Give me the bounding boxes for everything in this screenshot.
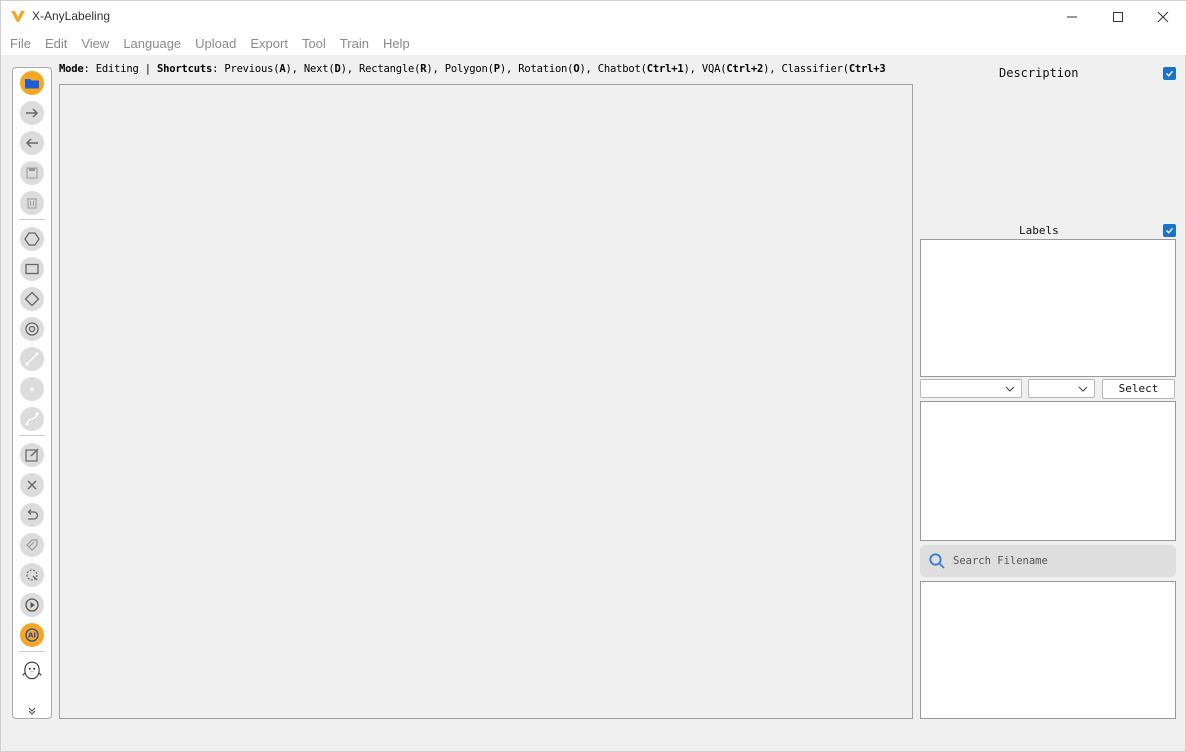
create-circle-button[interactable] xyxy=(20,317,44,341)
undo-icon xyxy=(27,509,39,520)
ai-icon: AI xyxy=(25,628,39,642)
edit-icon xyxy=(25,448,39,462)
group-filter-dropdown[interactable] xyxy=(1028,379,1095,398)
menu-train[interactable]: Train xyxy=(335,32,374,55)
minimize-button[interactable] xyxy=(1049,1,1095,32)
linestrip-icon xyxy=(25,412,39,426)
edit-mode-button[interactable] xyxy=(20,443,44,467)
create-linestrip-button[interactable] xyxy=(20,407,44,431)
run-button[interactable] xyxy=(20,593,44,617)
shortcut-text: ), Classifier( xyxy=(763,63,849,75)
search-icon xyxy=(929,553,945,569)
chevron-down-icon xyxy=(1078,386,1088,392)
close-shape-icon xyxy=(27,480,37,490)
circle-icon xyxy=(25,322,39,336)
app-window: X-AnyLabeling File Edit View Language Up… xyxy=(0,0,1186,752)
mode-value: : Editing | xyxy=(83,63,157,75)
toolbar-divider xyxy=(19,435,45,436)
checkmark-icon xyxy=(1166,70,1174,77)
play-icon xyxy=(25,598,39,612)
chatbot-icon xyxy=(22,661,42,680)
left-toolbar: AI xyxy=(12,67,52,719)
ai-assist-button[interactable]: AI xyxy=(20,623,44,647)
open-folder-button[interactable] xyxy=(20,71,44,95)
menu-bar: File Edit View Language Upload Export To… xyxy=(1,32,1186,55)
rectangle-icon xyxy=(25,263,39,275)
shortcut-text: ), Rectangle( xyxy=(340,63,421,75)
svg-text:AI: AI xyxy=(28,632,36,640)
rotated-rectangle-icon xyxy=(24,291,40,307)
close-icon xyxy=(1157,11,1169,22)
mode-label: Mode xyxy=(59,63,84,75)
window-title: X-AnyLabeling xyxy=(32,9,111,23)
folder-icon xyxy=(25,79,39,89)
labels-checkbox[interactable] xyxy=(1163,224,1176,237)
shortcut-key: Ctrl+1 xyxy=(646,63,684,75)
next-image-button[interactable] xyxy=(20,101,44,125)
app-logo-icon xyxy=(11,11,25,22)
labels-list[interactable] xyxy=(920,239,1176,377)
save-button[interactable] xyxy=(20,161,44,185)
shortcut-text: ), Polygon( xyxy=(426,63,494,75)
duplicate-shape-button[interactable] xyxy=(20,533,44,557)
create-rotation-button[interactable] xyxy=(20,287,44,311)
shortcut-text: ), Chatbot( xyxy=(579,63,647,75)
shortcut-text: ), Rotation( xyxy=(499,63,574,75)
tag-icon xyxy=(26,539,38,551)
select-button[interactable]: Select xyxy=(1102,379,1175,399)
maximize-button[interactable] xyxy=(1095,1,1141,32)
title-bar: X-AnyLabeling xyxy=(1,1,1186,32)
create-rectangle-button[interactable] xyxy=(20,257,44,281)
save-icon xyxy=(26,167,38,179)
trash-icon xyxy=(27,198,37,209)
shortcuts-label: Shortcuts xyxy=(156,63,213,75)
arrow-left-icon xyxy=(25,138,38,148)
search-filename-input[interactable] xyxy=(953,550,1168,572)
menu-language[interactable]: Language xyxy=(118,32,186,55)
close-window-button[interactable] xyxy=(1140,1,1186,32)
line-icon xyxy=(25,352,39,366)
create-point-button[interactable] xyxy=(20,377,44,401)
file-list[interactable] xyxy=(920,581,1176,719)
checkmark-icon xyxy=(1166,227,1174,234)
delete-shape-button[interactable] xyxy=(20,473,44,497)
expand-more-icon[interactable] xyxy=(27,706,37,719)
undo-button[interactable] xyxy=(20,503,44,527)
polygon-icon xyxy=(24,232,40,246)
dashed-circle-icon xyxy=(26,569,38,581)
description-checkbox[interactable] xyxy=(1163,67,1176,80)
create-line-button[interactable] xyxy=(20,347,44,371)
menu-export[interactable]: Export xyxy=(245,32,293,55)
menu-upload[interactable]: Upload xyxy=(190,32,241,55)
toolbar-divider xyxy=(19,219,45,220)
menu-edit[interactable]: Edit xyxy=(40,32,72,55)
shortcut-key: Ctrl+3 xyxy=(848,63,886,75)
chevron-down-icon xyxy=(1005,386,1015,392)
previous-image-button[interactable] xyxy=(20,131,44,155)
maximize-icon xyxy=(1113,11,1123,22)
chatbot-button[interactable] xyxy=(20,659,44,683)
shortcut-text: ), Next( xyxy=(285,63,335,75)
annotation-canvas[interactable] xyxy=(59,84,913,719)
menu-view[interactable]: View xyxy=(76,32,114,55)
toolbar-divider xyxy=(19,651,45,652)
labels-title: Labels xyxy=(1019,224,1059,237)
menu-help[interactable]: Help xyxy=(378,32,415,55)
menu-file[interactable]: File xyxy=(5,32,36,55)
shapes-list[interactable] xyxy=(920,401,1176,541)
select-area-button[interactable] xyxy=(20,563,44,587)
shortcut-text: : Previous( xyxy=(212,63,280,75)
shortcut-key: Ctrl+2 xyxy=(726,63,764,75)
create-polygon-button[interactable] xyxy=(20,227,44,251)
mode-shortcuts-bar: Mode: Editing | Shortcuts: Previous(A), … xyxy=(59,63,886,75)
shortcut-text: ), VQA( xyxy=(683,63,727,75)
delete-file-button[interactable] xyxy=(20,191,44,215)
point-icon xyxy=(30,387,34,391)
label-filter-dropdown[interactable] xyxy=(920,379,1022,398)
description-title: Description xyxy=(999,66,1079,80)
minimize-icon xyxy=(1067,16,1077,17)
menu-tool[interactable]: Tool xyxy=(297,32,331,55)
file-search-bar xyxy=(920,545,1176,577)
arrow-right-icon xyxy=(26,108,39,118)
